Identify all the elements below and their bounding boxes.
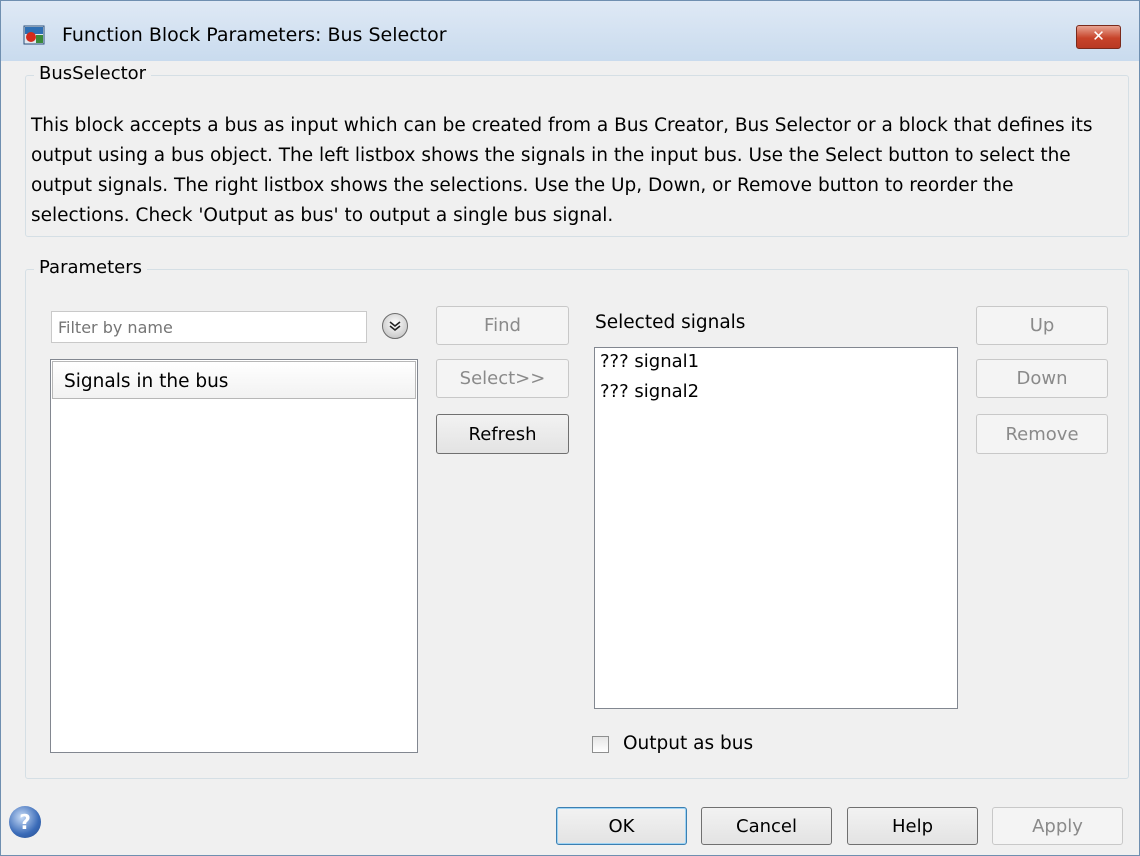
ok-button[interactable]: OK (556, 807, 687, 845)
chevron-down-icon (389, 321, 401, 332)
dialog-window: Function Block Parameters: Bus Selector … (0, 0, 1140, 856)
window-title: Function Block Parameters: Bus Selector (62, 24, 447, 46)
question-mark-icon[interactable]: ? (9, 806, 41, 838)
output-as-bus-label: Output as bus (623, 733, 754, 754)
simulink-block-icon (23, 25, 45, 45)
busselector-legend: BusSelector (34, 63, 152, 84)
apply-button[interactable]: Apply (992, 807, 1123, 845)
help-button[interactable]: Help (847, 807, 978, 845)
title-bar: Function Block Parameters: Bus Selector … (1, 1, 1139, 61)
down-button[interactable]: Down (976, 359, 1108, 398)
selected-signal-item[interactable]: ??? signal2 (595, 378, 957, 408)
selected-signals-label: Selected signals (595, 312, 746, 333)
signals-in-bus-listbox[interactable]: Signals in the bus (50, 359, 418, 753)
parameters-legend: Parameters (34, 257, 148, 278)
output-as-bus-checkbox[interactable] (592, 736, 609, 753)
up-button[interactable]: Up (976, 306, 1108, 345)
cancel-button[interactable]: Cancel (701, 807, 832, 845)
remove-button[interactable]: Remove (976, 414, 1108, 454)
close-button[interactable]: ✕ (1076, 25, 1121, 49)
block-description: This block accepts a bus as input which … (31, 115, 1093, 226)
refresh-button[interactable]: Refresh (436, 414, 569, 454)
selected-signals-listbox[interactable]: ??? signal1 ??? signal2 (594, 347, 958, 709)
signals-in-bus-header: Signals in the bus (52, 361, 416, 399)
selected-signal-item[interactable]: ??? signal1 (595, 348, 957, 378)
select-button[interactable]: Select>> (436, 359, 569, 398)
filter-by-name-input[interactable] (51, 311, 367, 343)
find-button[interactable]: Find (436, 306, 569, 345)
chevron-down-circle-icon[interactable] (382, 313, 408, 339)
